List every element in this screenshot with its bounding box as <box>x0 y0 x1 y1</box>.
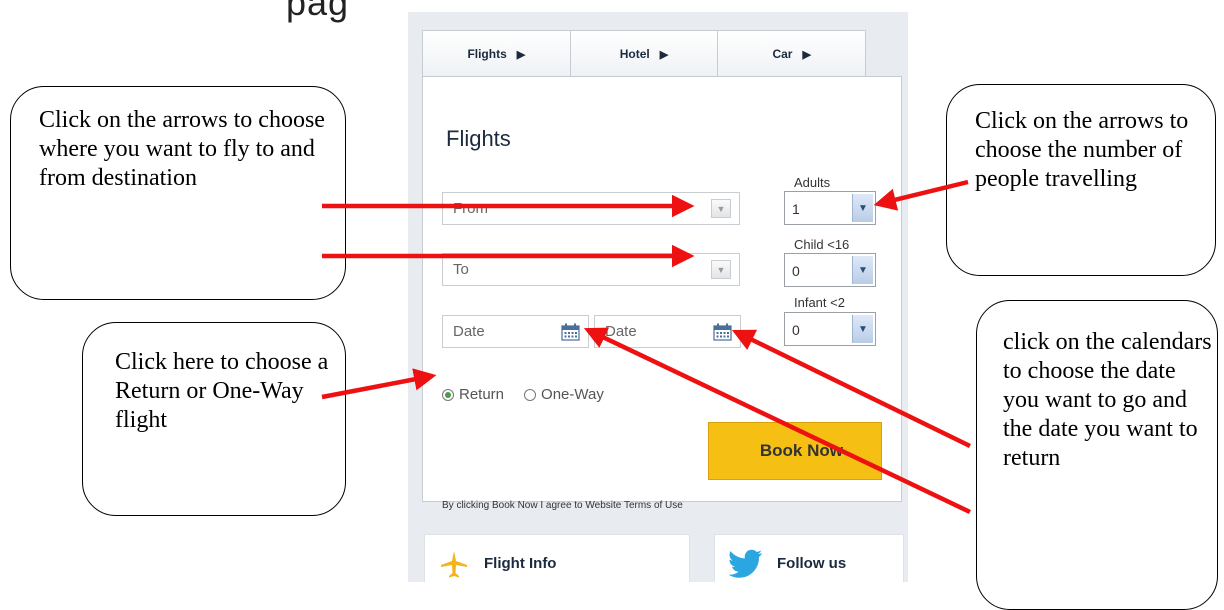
arrow-to-depart-calendar <box>583 327 971 515</box>
arrow-to-adults-select <box>873 179 969 211</box>
annotation-arrows <box>321 179 971 515</box>
arrow-to-return-calendar <box>731 329 971 449</box>
arrow-to-return-radio <box>321 368 437 400</box>
